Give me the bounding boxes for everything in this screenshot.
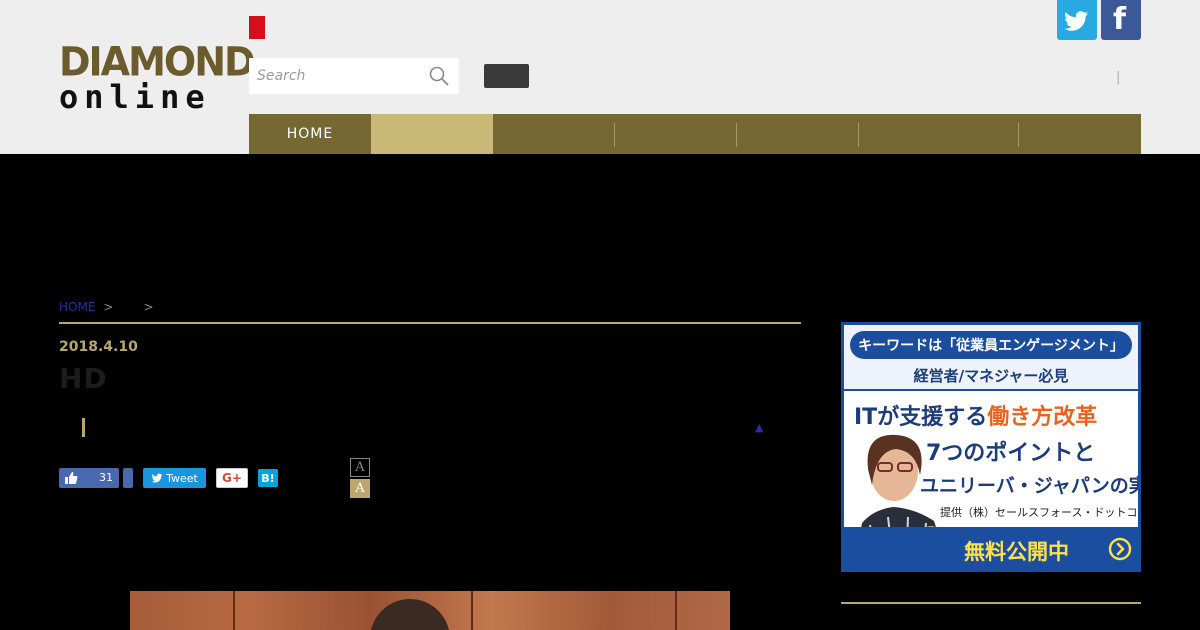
breadcrumb-separator: > <box>143 300 154 314</box>
twitter-button[interactable] <box>1057 0 1097 40</box>
search-box <box>249 58 459 94</box>
photo-panel-line <box>233 591 235 630</box>
tweet-label: Tweet <box>166 471 198 485</box>
logo-line-1: DIAMOND <box>59 38 256 86</box>
search-icon[interactable] <box>429 66 449 86</box>
like-count: 31 <box>99 471 113 484</box>
ad-provider: 提供（株）セールスフォース・ドットコム <box>940 506 1141 519</box>
ad-subtitle: 経営者/マネジャー必見 <box>913 367 1069 385</box>
tweet-button[interactable]: Tweet <box>143 468 206 488</box>
arrow-right-circle-icon <box>1108 537 1132 561</box>
font-size-large-button[interactable]: A <box>350 479 370 498</box>
breadcrumb-category[interactable] <box>121 300 135 314</box>
ad-keyword-pill: キーワードは「従業員エンゲージメント」 <box>850 331 1132 359</box>
photo-person-head <box>370 599 450 630</box>
site-header: DIAMOND online | f HOME <box>0 0 1200 154</box>
ad-divider <box>844 389 1138 391</box>
twitter-bird-icon <box>151 473 163 483</box>
photo-panel-line <box>471 591 473 630</box>
search-input[interactable] <box>257 66 417 86</box>
site-logo[interactable]: DIAMOND online <box>59 41 256 116</box>
logo-line-2: online <box>59 78 211 116</box>
header-divider: | <box>1116 70 1121 85</box>
photo-panel-line <box>675 591 677 630</box>
facebook-like-button[interactable]: 31 <box>59 468 119 488</box>
facebook-share-button[interactable] <box>123 468 133 488</box>
sidebar-rule <box>841 602 1141 604</box>
main-nav: HOME <box>249 114 1141 154</box>
font-size-small-button[interactable]: A <box>350 458 370 477</box>
article-date: 2018.4.10 <box>59 339 138 355</box>
nav-item-2[interactable] <box>371 114 493 154</box>
article-photo <box>130 591 730 630</box>
nav-item-6[interactable] <box>859 114 1019 154</box>
hatena-bookmark-button[interactable]: B! <box>258 469 278 487</box>
nav-item-3[interactable] <box>493 114 615 154</box>
twitter-icon <box>1064 11 1088 31</box>
red-tag-marker <box>249 16 265 39</box>
breadcrumb-separator: > <box>103 300 114 314</box>
breadcrumb-home[interactable]: HOME <box>59 300 95 314</box>
nav-item-7[interactable] <box>1019 114 1141 154</box>
google-plus-button[interactable]: G+ <box>216 468 248 488</box>
header-button[interactable] <box>484 64 529 88</box>
scroll-up-icon[interactable]: ▲ <box>755 421 763 434</box>
ad-headline-1b: 働き方改革 <box>987 405 1098 430</box>
nav-item-label: HOME <box>286 126 334 142</box>
ad-cta-text: 無料公開中 <box>964 540 1069 564</box>
thumbs-up-icon <box>65 472 78 484</box>
nav-item-home[interactable]: HOME <box>249 114 371 154</box>
nav-item-5[interactable] <box>737 114 859 154</box>
facebook-icon: f <box>1113 2 1127 37</box>
facebook-button[interactable]: f <box>1101 0 1141 40</box>
sidebar-ad-banner[interactable]: キーワードは「従業員エンゲージメント」 経営者/マネジャー必見 ITが支援する働… <box>841 322 1141 572</box>
breadcrumb: HOME > > <box>59 300 154 314</box>
article-top-rule <box>59 322 801 324</box>
nav-item-4[interactable] <box>615 114 737 154</box>
article-title: HD <box>59 362 108 395</box>
author-marker <box>82 418 85 437</box>
